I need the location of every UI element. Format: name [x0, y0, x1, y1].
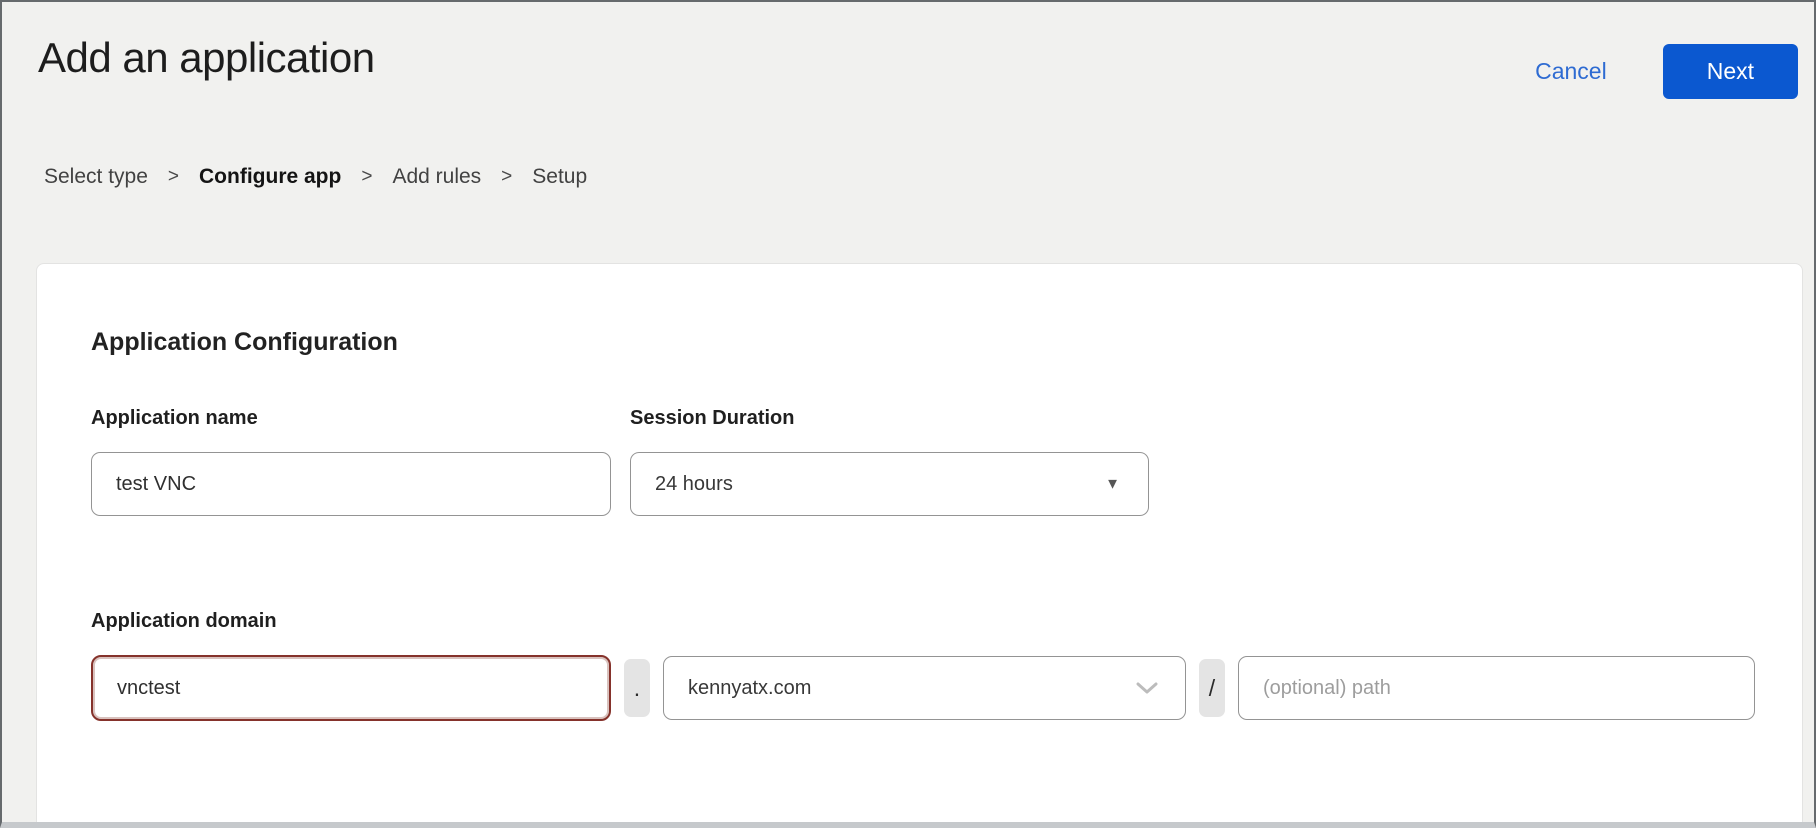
page-title: Add an application [38, 34, 375, 82]
cancel-button[interactable]: Cancel [1529, 57, 1613, 86]
application-name-field-group: Application name [91, 407, 611, 516]
app-window: Add an application Cancel Next Select ty… [0, 0, 1816, 828]
breadcrumb-separator: > [168, 166, 179, 188]
session-duration-value: 24 hours [655, 473, 733, 496]
application-name-input[interactable] [91, 452, 611, 516]
application-domain-row: . kennyatx.com / [91, 655, 1802, 721]
breadcrumb-step-add-rules: Add rules [392, 165, 481, 189]
breadcrumb-step-setup: Setup [532, 165, 587, 189]
breadcrumb-step-select-type: Select type [44, 165, 148, 189]
application-domain-label: Application domain [91, 610, 1802, 633]
session-duration-label: Session Duration [630, 407, 1149, 430]
domain-select-value: kennyatx.com [688, 677, 811, 700]
slash-separator: / [1199, 659, 1225, 717]
session-duration-select[interactable]: 24 hours ▼ [630, 452, 1149, 516]
subdomain-input[interactable] [91, 655, 611, 721]
next-button[interactable]: Next [1663, 44, 1798, 99]
header-actions: Cancel Next [1529, 44, 1798, 99]
breadcrumb: Select type > Configure app > Add rules … [44, 165, 1814, 189]
name-session-row: Application name Session Duration 24 hou… [91, 407, 1802, 516]
page-header: Add an application Cancel Next [2, 2, 1814, 99]
domain-select[interactable]: kennyatx.com [663, 656, 1186, 720]
card-heading: Application Configuration [91, 328, 1802, 357]
caret-down-icon: ▼ [1105, 476, 1120, 493]
breadcrumb-separator: > [501, 166, 512, 188]
breadcrumb-separator: > [361, 166, 372, 188]
breadcrumb-step-configure-app: Configure app [199, 165, 341, 189]
application-domain-field-group: Application domain . kennyatx.com / [91, 610, 1802, 721]
chevron-down-icon [1135, 680, 1159, 696]
dot-separator: . [624, 659, 650, 717]
configuration-card: Application Configuration Application na… [36, 263, 1803, 828]
session-duration-field-group: Session Duration 24 hours ▼ [630, 407, 1149, 516]
application-name-label: Application name [91, 407, 611, 430]
path-input[interactable] [1238, 656, 1755, 720]
